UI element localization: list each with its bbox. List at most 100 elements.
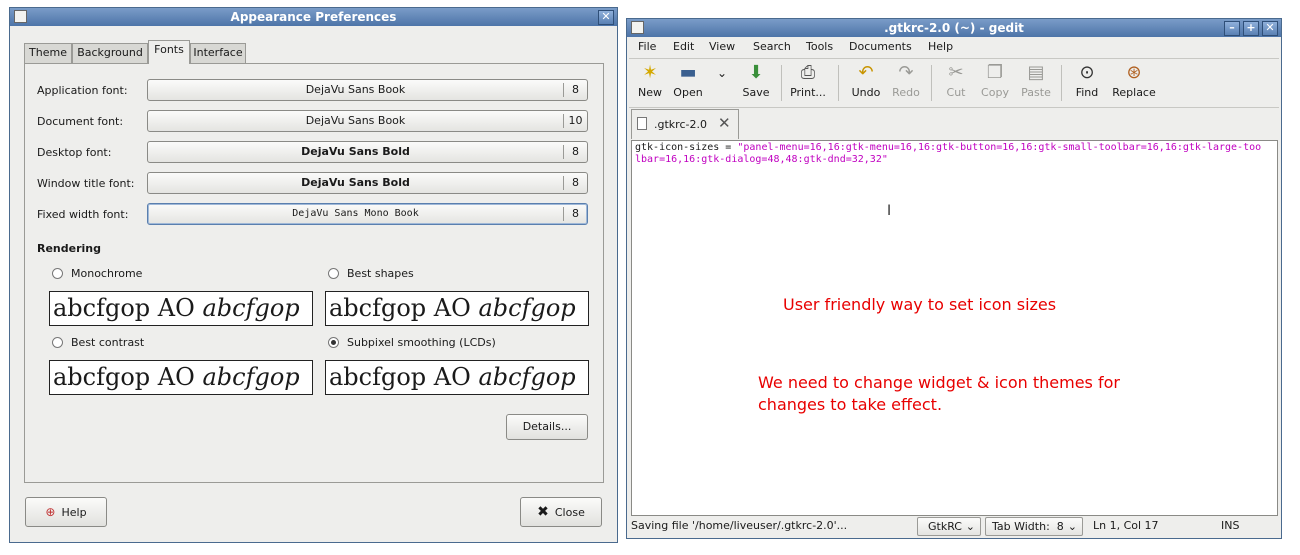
- maximize-icon[interactable]: +: [1243, 21, 1259, 36]
- preview-best-shapes[interactable]: abcfgop AO abcfgop: [325, 291, 589, 326]
- window-title-font-button[interactable]: DejaVu Sans Bold 8: [147, 172, 588, 194]
- new-document-icon: ✶: [642, 62, 658, 83]
- window-close-icon[interactable]: ✕: [598, 10, 614, 25]
- scissors-icon: ✂: [948, 62, 964, 83]
- preview-best-contrast[interactable]: abcfgop AO abcfgop: [49, 360, 313, 395]
- application-font-button[interactable]: DejaVu Sans Book 8: [147, 79, 588, 101]
- menu-edit[interactable]: Edit: [673, 40, 694, 53]
- text-editor[interactable]: gtk-icon-sizes = "panel-menu=16,16:gtk-m…: [631, 140, 1278, 516]
- radio-best-shapes[interactable]: Best shapes: [328, 267, 528, 281]
- details-button[interactable]: Details...: [506, 414, 588, 440]
- radio-icon: [328, 268, 339, 279]
- appearance-titlebar[interactable]: Appearance Preferences ✕: [10, 8, 617, 26]
- application-font-label: Application font:: [37, 84, 128, 97]
- print-button[interactable]: ⎙ Print...: [789, 62, 827, 99]
- help-icon: ⊕: [45, 505, 56, 519]
- desktop-font-button[interactable]: DejaVu Sans Bold 8: [147, 141, 588, 163]
- document-tab[interactable]: .gtkrc-2.0 ✕: [631, 109, 739, 139]
- open-button[interactable]: ▬ Open: [671, 62, 705, 99]
- gedit-window: .gtkrc-2.0 (~) - gedit – + ✕ File Edit V…: [626, 18, 1282, 539]
- font-name: DejaVu Sans Bold: [301, 145, 410, 158]
- open-recent-dropdown[interactable]: ⌄: [711, 62, 727, 86]
- radio-icon: [52, 337, 63, 348]
- menu-search[interactable]: Search: [753, 40, 791, 53]
- preview-monochrome[interactable]: abcfgop AO abcfgop: [49, 291, 313, 326]
- insert-mode: INS: [1221, 519, 1240, 532]
- menu-documents[interactable]: Documents: [849, 40, 912, 53]
- toolbar-separator: [931, 65, 932, 101]
- appearance-preferences-window: Appearance Preferences ✕ Theme Backgroun…: [9, 7, 618, 543]
- font-name: DejaVu Sans Mono Book: [292, 208, 419, 219]
- help-button[interactable]: ⊕ Help: [25, 497, 107, 527]
- font-size: 8: [563, 207, 587, 221]
- desktop-font-label: Desktop font:: [37, 146, 112, 159]
- cut-button[interactable]: ✂ Cut: [943, 62, 969, 99]
- tab-theme[interactable]: Theme: [24, 43, 72, 63]
- font-size: 8: [563, 83, 587, 97]
- fixed-width-font-button[interactable]: DejaVu Sans Mono Book 8: [147, 203, 588, 225]
- gedit-app-icon: [631, 21, 644, 34]
- save-icon: ⬇: [748, 62, 764, 83]
- window-close-icon[interactable]: ✕: [1262, 21, 1278, 36]
- annotation-theme-change: We need to change widget & icon themes f…: [758, 373, 1120, 414]
- gedit-titlebar[interactable]: .gtkrc-2.0 (~) - gedit – + ✕: [627, 19, 1281, 37]
- chevron-down-icon: ⌄: [1067, 520, 1077, 533]
- fonts-panel: Application font: DejaVu Sans Book 8 Doc…: [24, 63, 604, 483]
- replace-button[interactable]: ⊛ Replace: [1111, 62, 1157, 99]
- paste-button[interactable]: ▤ Paste: [1019, 62, 1053, 99]
- font-size: 8: [563, 176, 587, 190]
- menu-tools[interactable]: Tools: [806, 40, 833, 53]
- code-line: gtk-icon-sizes = "panel-menu=16,16:gtk-m…: [635, 142, 1265, 166]
- minimize-icon[interactable]: –: [1224, 21, 1240, 36]
- tab-width-dropdown[interactable]: Tab Width: 8 ⌄: [985, 517, 1083, 536]
- document-font-button[interactable]: DejaVu Sans Book 10: [147, 110, 588, 132]
- font-size: 8: [563, 145, 587, 159]
- tab-interface[interactable]: Interface: [190, 43, 246, 63]
- save-button[interactable]: ⬇ Save: [739, 62, 773, 99]
- radio-selected-icon: [328, 337, 339, 348]
- cursor-position: Ln 1, Col 17: [1093, 519, 1159, 532]
- new-button[interactable]: ✶ New: [635, 62, 665, 99]
- menu-file[interactable]: File: [638, 40, 656, 53]
- toolbar-separator: [1061, 65, 1062, 101]
- radio-subpixel-smoothing[interactable]: Subpixel smoothing (LCDs): [328, 336, 528, 350]
- toolbar-separator: [838, 65, 839, 101]
- find-button[interactable]: ⊙ Find: [1073, 62, 1101, 99]
- radio-monochrome[interactable]: Monochrome: [52, 267, 252, 281]
- status-message: Saving file '/home/liveuser/.gtkrc-2.0'.…: [631, 519, 848, 532]
- font-name: DejaVu Sans Bold: [301, 176, 410, 189]
- tab-fonts[interactable]: Fonts: [148, 40, 190, 64]
- code-key: gtk-icon-sizes =: [635, 142, 738, 153]
- rendering-heading: Rendering: [37, 242, 101, 255]
- tab-background[interactable]: Background: [72, 43, 148, 63]
- chevron-down-icon: ⌄: [716, 66, 728, 80]
- redo-icon: ↷: [898, 62, 914, 83]
- fixed-width-font-label: Fixed width font:: [37, 208, 129, 221]
- binoculars-icon: ⊙: [1079, 62, 1095, 83]
- annotation-icon-sizes: User friendly way to set icon sizes: [783, 295, 1057, 314]
- clipboard-icon: ▤: [1027, 62, 1045, 83]
- copy-button[interactable]: ❐ Copy: [979, 62, 1011, 99]
- font-name: DejaVu Sans Book: [305, 114, 406, 127]
- text-file-icon: [637, 117, 647, 130]
- window-title: .gtkrc-2.0 (~) - gedit: [884, 21, 1024, 35]
- radio-best-contrast[interactable]: Best contrast: [52, 336, 252, 350]
- toolbar-separator: [781, 65, 782, 101]
- radio-icon: [52, 268, 63, 279]
- close-button[interactable]: ✖ Close: [520, 497, 602, 527]
- find-replace-icon: ⊛: [1126, 62, 1142, 83]
- close-icon: ✖: [537, 504, 549, 520]
- status-bar: Saving file '/home/liveuser/.gtkrc-2.0'.…: [629, 516, 1279, 538]
- menu-view[interactable]: View: [709, 40, 735, 53]
- font-size: 10: [563, 114, 587, 128]
- language-dropdown[interactable]: GtkRC ⌄: [917, 517, 981, 536]
- chevron-down-icon: ⌄: [965, 520, 975, 533]
- undo-icon: ↶: [858, 62, 874, 83]
- text-cursor-icon: I: [887, 203, 892, 219]
- preview-subpixel-smoothing[interactable]: abcfgop AO abcfgop: [325, 360, 589, 395]
- window-title-font-label: Window title font:: [37, 177, 135, 190]
- undo-button[interactable]: ↶ Undo: [849, 62, 883, 99]
- redo-button[interactable]: ↷ Redo: [889, 62, 923, 99]
- menu-help[interactable]: Help: [928, 40, 953, 53]
- tab-close-icon[interactable]: ✕: [718, 114, 731, 132]
